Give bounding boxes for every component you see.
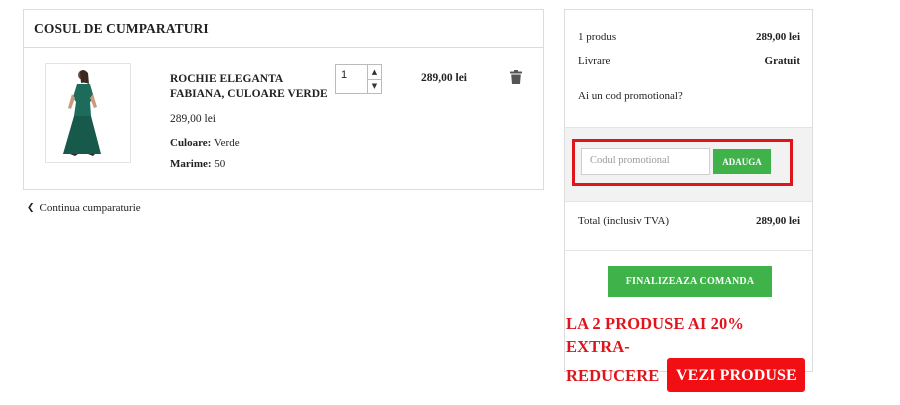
chevron-up-icon[interactable]: ▲ <box>368 65 381 79</box>
quantity-stepper[interactable]: 1 ▲ ▼ <box>335 64 382 94</box>
cart-title: COSUL DE CUMPARATURI <box>34 20 209 36</box>
summary-divider <box>565 250 812 251</box>
total-value: 289,00 lei <box>756 215 800 227</box>
delivery-label: Livrare <box>578 55 611 67</box>
chevron-left-icon: ❮ <box>27 203 35 213</box>
cart-panel: COSUL DE CUMPARATURI ROCHIE ELEGANTA FAB… <box>23 9 544 190</box>
color-value: Verde <box>213 137 240 149</box>
delivery-value: Gratuit <box>764 55 800 67</box>
continue-shopping-label: Continua cumparaturie <box>39 202 141 214</box>
banner-line-2-text: REDUCERE <box>566 365 660 385</box>
size-value: 50 <box>214 158 226 170</box>
quantity-input[interactable]: 1 <box>336 65 367 93</box>
summary-products-row: 1 produs 289,00 lei <box>578 31 800 43</box>
trash-icon[interactable] <box>510 69 522 84</box>
summary-total-row: Total (inclusiv TVA) 289,00 lei <box>578 215 800 227</box>
product-size: Marime: 50 <box>170 158 225 170</box>
promo-code-input[interactable]: Codul promotional <box>581 148 710 175</box>
product-color: Culoare: Verde <box>170 137 240 149</box>
view-products-button[interactable]: VEZI PRODUSE <box>667 358 806 392</box>
product-thumbnail[interactable] <box>45 63 131 163</box>
dress-image <box>46 64 130 162</box>
products-subtotal: 289,00 lei <box>756 31 800 43</box>
product-unit-price: 289,00 lei <box>170 113 216 125</box>
total-label: Total (inclusiv TVA) <box>578 215 670 227</box>
promo-banner: LA 2 PRODUSE AI 20% EXTRA- REDUCERE VEZI… <box>566 312 806 392</box>
checkout-button[interactable]: FINALIZEAZA COMANDA <box>608 266 772 297</box>
promo-code-link[interactable]: Ai un cod promotional? <box>578 90 683 102</box>
summary-delivery-row: Livrare Gratuit <box>578 55 800 67</box>
size-label: Marime: <box>170 158 212 170</box>
chevron-down-icon[interactable]: ▼ <box>368 78 381 94</box>
product-name[interactable]: ROCHIE ELEGANTA FABIANA, CULOARE VERDE <box>170 72 330 102</box>
quantity-buttons: ▲ ▼ <box>367 65 381 93</box>
banner-line-2: REDUCERE VEZI PRODUSE <box>566 358 806 392</box>
promo-apply-button[interactable]: ADAUGA <box>713 149 771 174</box>
banner-line-1: LA 2 PRODUSE AI 20% EXTRA- <box>566 314 744 356</box>
promo-code-area: Codul promotional ADAUGA <box>565 127 812 202</box>
products-count: 1 produs <box>578 31 617 43</box>
line-total: 289,00 lei <box>421 72 467 84</box>
continue-shopping-link[interactable]: ❮ Continua cumparaturie <box>27 202 141 214</box>
color-label: Culoare: <box>170 137 212 149</box>
cart-header: COSUL DE CUMPARATURI <box>24 10 543 48</box>
